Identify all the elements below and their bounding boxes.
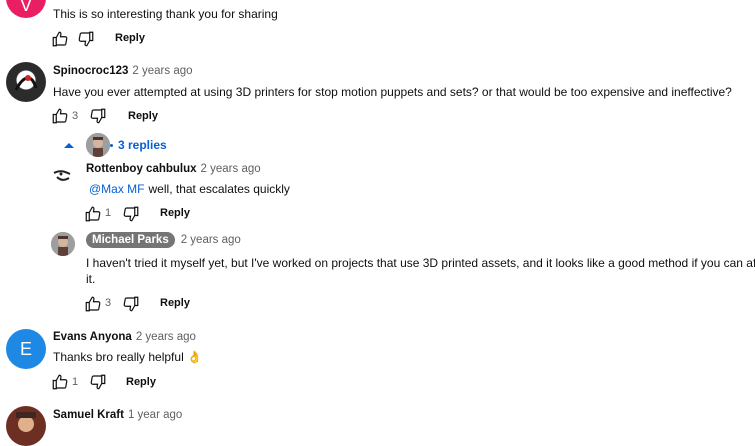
avatar[interactable]: E [6,329,46,369]
thumbs-up-icon[interactable] [51,30,69,48]
avatar[interactable] [6,406,46,446]
avatar-image-icon [14,75,38,91]
comment-text: Thanks bro really helpful 👌 [53,350,203,364]
like-count: 3 [105,297,112,309]
comment-timestamp[interactable]: 1 year ago [128,409,182,421]
reply-text: @Max MF well, that escalates quickly [89,181,290,197]
thumbs-up-icon[interactable] [51,107,69,125]
comment-author[interactable]: Spinocroc123 2 years ago [53,65,193,77]
avatar-image-icon [51,232,75,256]
reply-text-line-2: it. [86,272,96,286]
avatar[interactable] [6,62,46,102]
thumbs-up-icon[interactable] [51,373,69,391]
replies-toggle[interactable]: 3 replies [118,138,167,152]
avatar-image-icon [86,133,110,157]
reply-avatar[interactable] [51,163,75,187]
thumbs-down-icon[interactable] [77,30,95,48]
author-name[interactable]: Spinocroc123 [53,65,128,77]
thumbs-up-icon[interactable] [84,295,102,313]
thumbs-down-icon[interactable] [122,205,140,223]
avatar[interactable]: V [6,0,46,18]
reply-text-line-1: I haven't tried it myself yet, but I've … [86,256,755,270]
author-name[interactable]: Samuel Kraft [53,409,124,421]
reply-button[interactable]: Reply [128,110,158,122]
dot-separator [110,144,113,147]
reply-text-body: well, that escalates quickly [148,182,290,196]
thumbs-up-icon[interactable] [84,205,102,223]
creator-name-badge[interactable]: Michael Parks [86,232,175,248]
comment-timestamp[interactable]: 2 years ago [136,331,196,343]
reply-button[interactable]: Reply [126,376,156,388]
thumbs-down-icon[interactable] [89,373,107,391]
reply-author[interactable]: Rottenboy cahbulux 2 years ago [86,163,261,175]
reply-button[interactable]: Reply [160,297,190,309]
thumbs-down-icon[interactable] [89,107,107,125]
comment-author[interactable]: Evans Anyona 2 years ago [53,331,196,343]
comment-text: Have you ever attempted at using 3D prin… [53,85,732,99]
avatar-letter: E [19,338,32,359]
avatar-image-icon [53,170,71,181]
chevron-up-icon[interactable] [63,140,75,150]
like-count: 1 [105,207,112,219]
author-name[interactable]: Evans Anyona [53,331,132,343]
reply-author[interactable]: Michael Parks 2 years ago [86,232,241,248]
mention-link[interactable]: @Max MF [89,182,145,196]
comment-text: This is so interesting thank you for sha… [53,7,278,21]
reply-button[interactable]: Reply [160,207,190,219]
like-count: 1 [72,376,79,388]
comment-timestamp[interactable]: 2 years ago [201,163,261,175]
reply-avatar[interactable] [51,232,75,256]
comment-timestamp[interactable]: 2 years ago [132,65,192,77]
avatar-image-icon [16,412,36,432]
comment-author[interactable]: Samuel Kraft 1 year ago [53,409,182,421]
like-count: 3 [72,110,79,122]
reply-button[interactable]: Reply [115,32,145,44]
comment-timestamp[interactable]: 2 years ago [181,234,241,246]
thumbs-down-icon[interactable] [122,295,140,313]
author-name[interactable]: Rottenboy cahbulux [86,163,197,175]
avatar-letter: V [19,0,32,15]
reply-avatar [86,133,110,157]
